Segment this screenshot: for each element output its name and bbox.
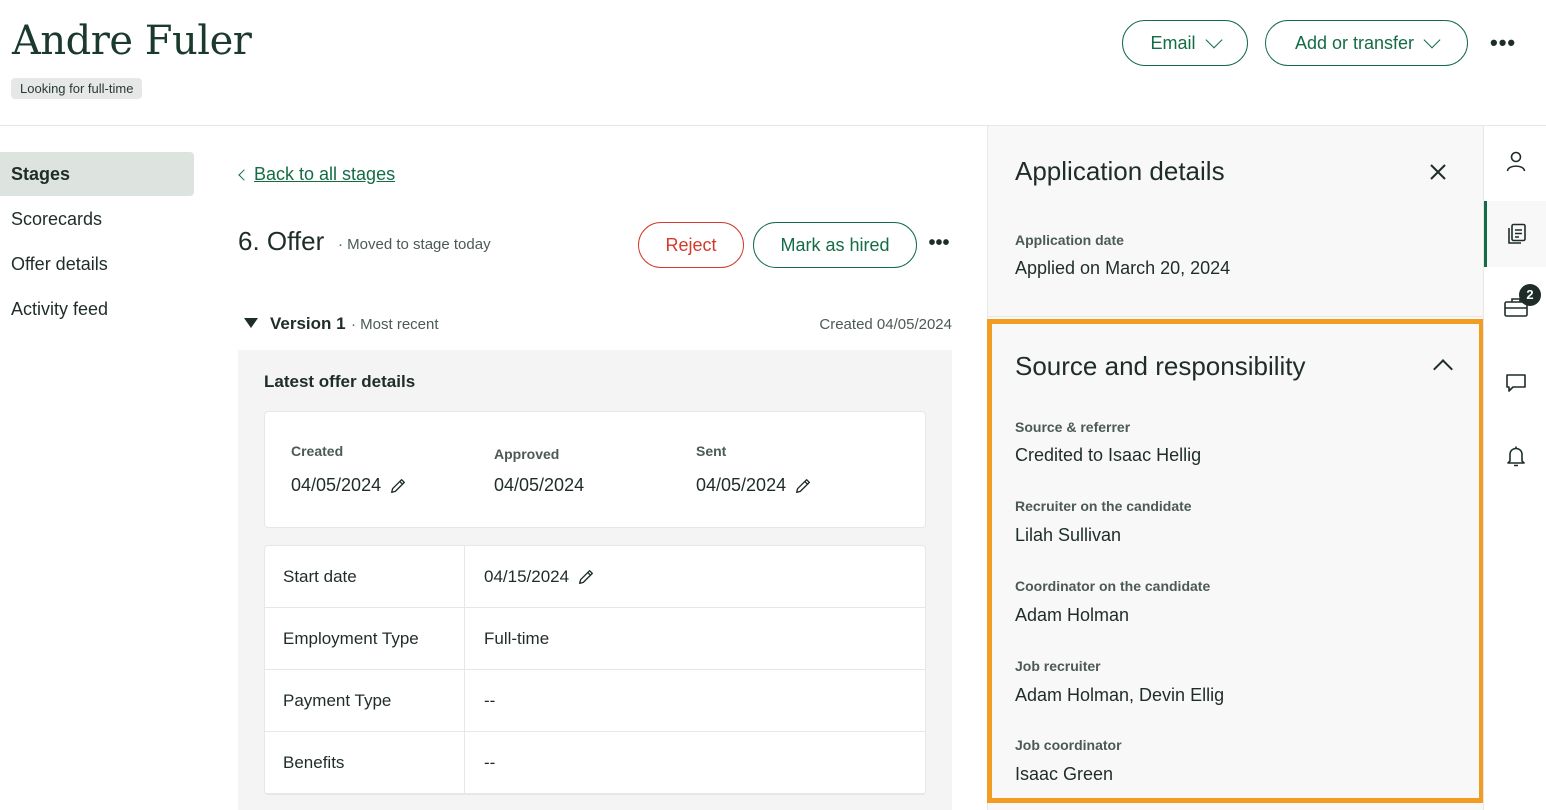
left-nav: Stages Scorecards Offer details Activity… (0, 152, 194, 332)
close-icon[interactable] (1426, 160, 1450, 184)
row-value: -- (484, 690, 496, 710)
triangle-down-icon[interactable] (244, 318, 258, 328)
rail-person[interactable] (1484, 128, 1546, 194)
approved-value: 04/05/2024 (494, 475, 584, 496)
back-to-stages-link[interactable]: Back to all stages (238, 164, 396, 185)
approved-date: 04/05/2024 (494, 475, 585, 495)
offer-dates-card: Created 04/05/2024 Approved 04/05/2024 S… (264, 411, 926, 528)
rail-notifications[interactable] (1484, 423, 1546, 489)
coordinator-candidate-value: Adam Holman (1015, 605, 1130, 625)
version-subtitle: · Most recent (351, 316, 439, 333)
pencil-icon[interactable] (794, 477, 812, 495)
application-details-panel: Application details Application date App… (987, 126, 1484, 810)
recruiter-candidate-value: Lilah Sullivan (1015, 525, 1122, 545)
version-label: Version 1 (270, 314, 346, 333)
created-date: 04/05/2024 (291, 475, 382, 495)
divider (988, 316, 1484, 317)
add-or-transfer-label: Add or transfer (1294, 32, 1415, 53)
sent-date: 04/05/2024 (696, 475, 787, 495)
row-value: 04/15/2024 (484, 546, 595, 607)
back-link-label: Back to all stages (254, 164, 396, 184)
job-recruiter-label: Job recruiter (1015, 658, 1101, 674)
nav-item-scorecards[interactable]: Scorecards (0, 197, 194, 241)
nav-item-offer-details[interactable]: Offer details (0, 242, 194, 286)
stage-title: 6. Offer (238, 226, 325, 256)
start-date-value: 04/15/2024 (484, 566, 570, 586)
section-title: Source and responsibility (1015, 351, 1306, 381)
source-referrer-value: Credited to Isaac Hellig (1015, 445, 1202, 465)
application-date-label: Application date (1015, 232, 1124, 248)
row-label: Employment Type (265, 608, 465, 669)
sent-value: 04/05/2024 (696, 475, 812, 496)
recruiter-candidate-label: Recruiter on the candidate (1015, 498, 1192, 514)
notification-badge: 2 (1519, 284, 1541, 306)
chevron-left-icon (238, 168, 250, 181)
stage-subtitle: · Moved to stage today (338, 236, 491, 253)
table-row: Benefits -- (265, 732, 925, 794)
add-or-transfer-button[interactable]: Add or transfer (1265, 20, 1468, 66)
nav-item-activity-feed[interactable]: Activity feed (0, 287, 194, 331)
rail-jobs[interactable] (1484, 274, 1546, 340)
row-label: Start date (265, 546, 465, 607)
email-button[interactable]: Email (1122, 20, 1248, 66)
documents-icon (1508, 223, 1526, 244)
candidate-name: Andre Fuler (12, 18, 252, 64)
table-row: Payment Type -- (265, 670, 925, 732)
version-created: Created 04/05/2024 (819, 316, 952, 333)
candidate-header: Andre Fuler Looking for full-time Email … (0, 0, 1546, 126)
version-row[interactable]: Version 1 · Most recent Created 04/05/20… (244, 312, 952, 336)
table-row: Employment Type Full-time (265, 608, 925, 670)
job-recruiter-value: Adam Holman, Devin Ellig (1015, 685, 1225, 705)
row-value: -- (484, 752, 496, 772)
reject-button[interactable]: Reject (638, 222, 744, 268)
rail-documents[interactable] (1484, 201, 1546, 267)
approved-label: Approved (494, 446, 560, 462)
panel-title: Application details (1015, 156, 1225, 186)
bell-icon (1506, 446, 1525, 467)
nav-item-stages[interactable]: Stages (0, 152, 194, 196)
offer-fields-table: Start date 04/15/2024 Employment Type Fu… (264, 545, 926, 795)
job-coordinator-label: Job coordinator (1015, 737, 1122, 753)
offer-heading: Latest offer details (264, 372, 416, 391)
pencil-icon[interactable] (577, 568, 595, 586)
chevron-down-icon (1423, 31, 1441, 49)
mark-as-hired-button[interactable]: Mark as hired (753, 222, 917, 268)
offer-details-panel: Latest offer details Created 04/05/2024 … (238, 350, 952, 810)
source-responsibility-section: Source and responsibility Source & refer… (987, 319, 1484, 803)
pencil-icon[interactable] (389, 477, 407, 495)
rail-messages[interactable] (1484, 350, 1546, 416)
person-icon (1506, 151, 1525, 172)
job-coordinator-value: Isaac Green (1015, 764, 1114, 784)
source-referrer-label: Source & referrer (1015, 419, 1131, 435)
row-value: Full-time (484, 628, 550, 648)
row-label: Payment Type (265, 670, 465, 731)
table-row: Start date 04/15/2024 (265, 546, 925, 608)
more-options-icon[interactable]: ••• (1490, 30, 1516, 56)
status-tag: Looking for full-time (11, 78, 143, 99)
chevron-down-icon (1205, 31, 1222, 49)
row-label: Benefits (265, 732, 465, 793)
sent-label: Sent (696, 443, 727, 459)
chat-icon (1505, 374, 1526, 392)
chevron-up-icon[interactable] (1433, 359, 1453, 379)
created-value: 04/05/2024 (291, 475, 407, 496)
coordinator-candidate-label: Coordinator on the candidate (1015, 578, 1211, 594)
application-date-value: Applied on March 20, 2024 (1015, 258, 1231, 278)
email-button-label: Email (1150, 32, 1196, 53)
stage-more-icon[interactable]: ••• (926, 230, 952, 256)
created-label: Created (291, 443, 344, 459)
icon-rail: 2 (1483, 126, 1546, 810)
